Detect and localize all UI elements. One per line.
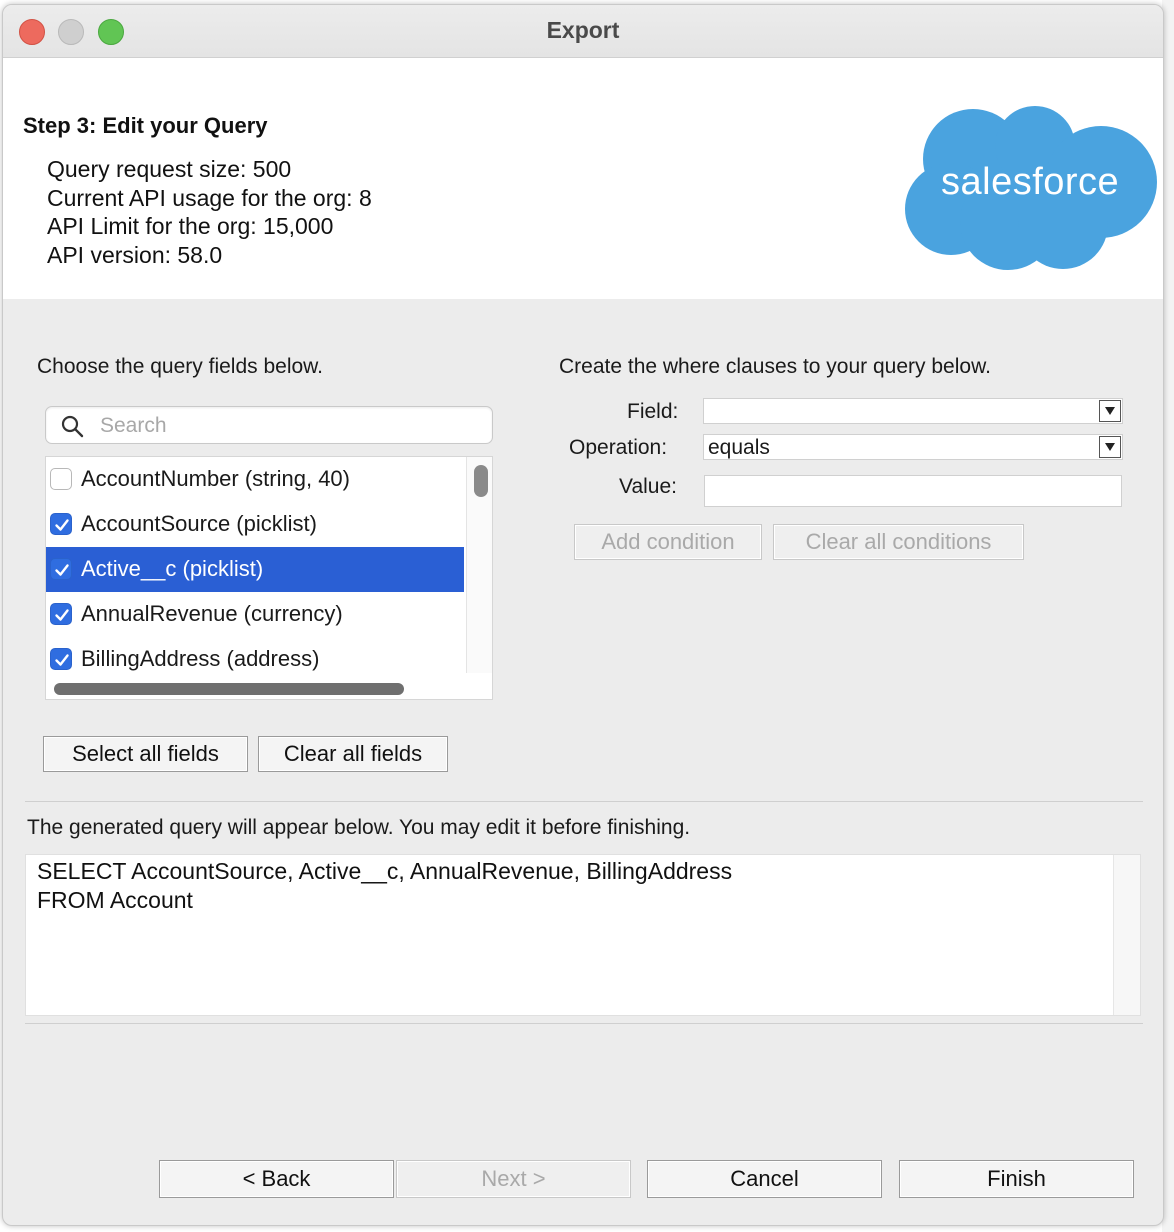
vertical-scrollbar-thumb[interactable] (474, 465, 488, 497)
divider (25, 801, 1143, 802)
export-window: Export Step 3: Edit your Query Query req… (2, 4, 1164, 1226)
dropdown-arrow-icon[interactable] (1099, 400, 1121, 422)
add-condition-button[interactable]: Add condition (574, 524, 762, 560)
checkmark-icon (55, 609, 69, 621)
field-search-box[interactable] (45, 406, 493, 444)
field-label: Field: (627, 400, 679, 423)
back-button[interactable]: < Back (159, 1160, 394, 1198)
where-instruction: Create the where clauses to your query b… (559, 355, 991, 378)
query-scrollbar[interactable] (1113, 855, 1140, 1015)
list-item[interactable]: AnnualRevenue (currency) (46, 592, 464, 637)
finish-button[interactable]: Finish (899, 1160, 1134, 1198)
checkbox-checked[interactable] (50, 513, 72, 535)
field-label: AnnualRevenue (currency) (81, 601, 343, 626)
fields-instruction: Choose the query fields below. (37, 355, 324, 378)
query-request-size: Query request size: 500 (47, 156, 292, 182)
api-limit: API Limit for the org: 15,000 (47, 213, 334, 239)
api-usage: Current API usage for the org: 8 (47, 185, 372, 211)
wizard-header: Step 3: Edit your Query Query request si… (3, 58, 1163, 299)
horizontal-scrollbar-thumb[interactable] (54, 683, 404, 695)
checkbox[interactable] (50, 468, 72, 490)
checkmark-icon (55, 564, 69, 576)
list-item[interactable]: BillingAddress (address) (46, 637, 464, 682)
salesforce-logo-text: salesforce (941, 161, 1120, 203)
field-label: BillingAddress (address) (81, 646, 320, 671)
list-item[interactable]: AccountSource (picklist) (46, 502, 464, 547)
dropdown-arrow-icon[interactable] (1099, 436, 1121, 458)
search-icon (61, 415, 84, 438)
operation-combobox-value: equals (708, 436, 770, 459)
value-field[interactable] (704, 475, 1122, 507)
next-button[interactable]: Next > (396, 1160, 631, 1198)
clear-all-fields-button[interactable]: Clear all fields (258, 736, 448, 772)
operation-combobox[interactable]: equals (703, 434, 1123, 460)
list-item[interactable]: AccountNumber (string, 40) (46, 457, 464, 502)
checkmark-icon (55, 519, 69, 531)
field-label: Active__c (picklist) (81, 556, 264, 581)
checkbox-checked[interactable] (50, 603, 72, 625)
divider (25, 1023, 1143, 1024)
field-label: AccountNumber (string, 40) (81, 466, 350, 491)
window-title: Export (546, 17, 620, 43)
api-version: API version: 58.0 (47, 242, 223, 268)
cancel-button[interactable]: Cancel (647, 1160, 882, 1198)
checkmark-icon (55, 654, 69, 666)
query-instruction: The generated query will appear below. Y… (27, 816, 691, 839)
clear-all-conditions-button[interactable]: Clear all conditions (773, 524, 1024, 560)
checkbox-checked[interactable] (50, 648, 72, 670)
value-label: Value: (619, 475, 677, 498)
search-input[interactable] (98, 411, 482, 441)
field-combobox[interactable] (703, 398, 1123, 424)
select-all-fields-button[interactable]: Select all fields (43, 736, 248, 772)
field-label: AccountSource (picklist) (81, 511, 317, 536)
query-editor[interactable]: SELECT AccountSource, Active__c, AnnualR… (25, 854, 1141, 1016)
operation-label: Operation: (569, 436, 668, 459)
fields-list[interactable]: AccountNumber (string, 40) AccountSource… (45, 456, 493, 700)
query-text[interactable]: SELECT AccountSource, Active__c, AnnualR… (37, 857, 732, 915)
checkbox-checked[interactable] (50, 558, 72, 580)
step-title: Step 3: Edit your Query (23, 113, 268, 138)
title-bar: Export (3, 5, 1163, 58)
list-item-selected[interactable]: Active__c (picklist) (46, 547, 464, 592)
